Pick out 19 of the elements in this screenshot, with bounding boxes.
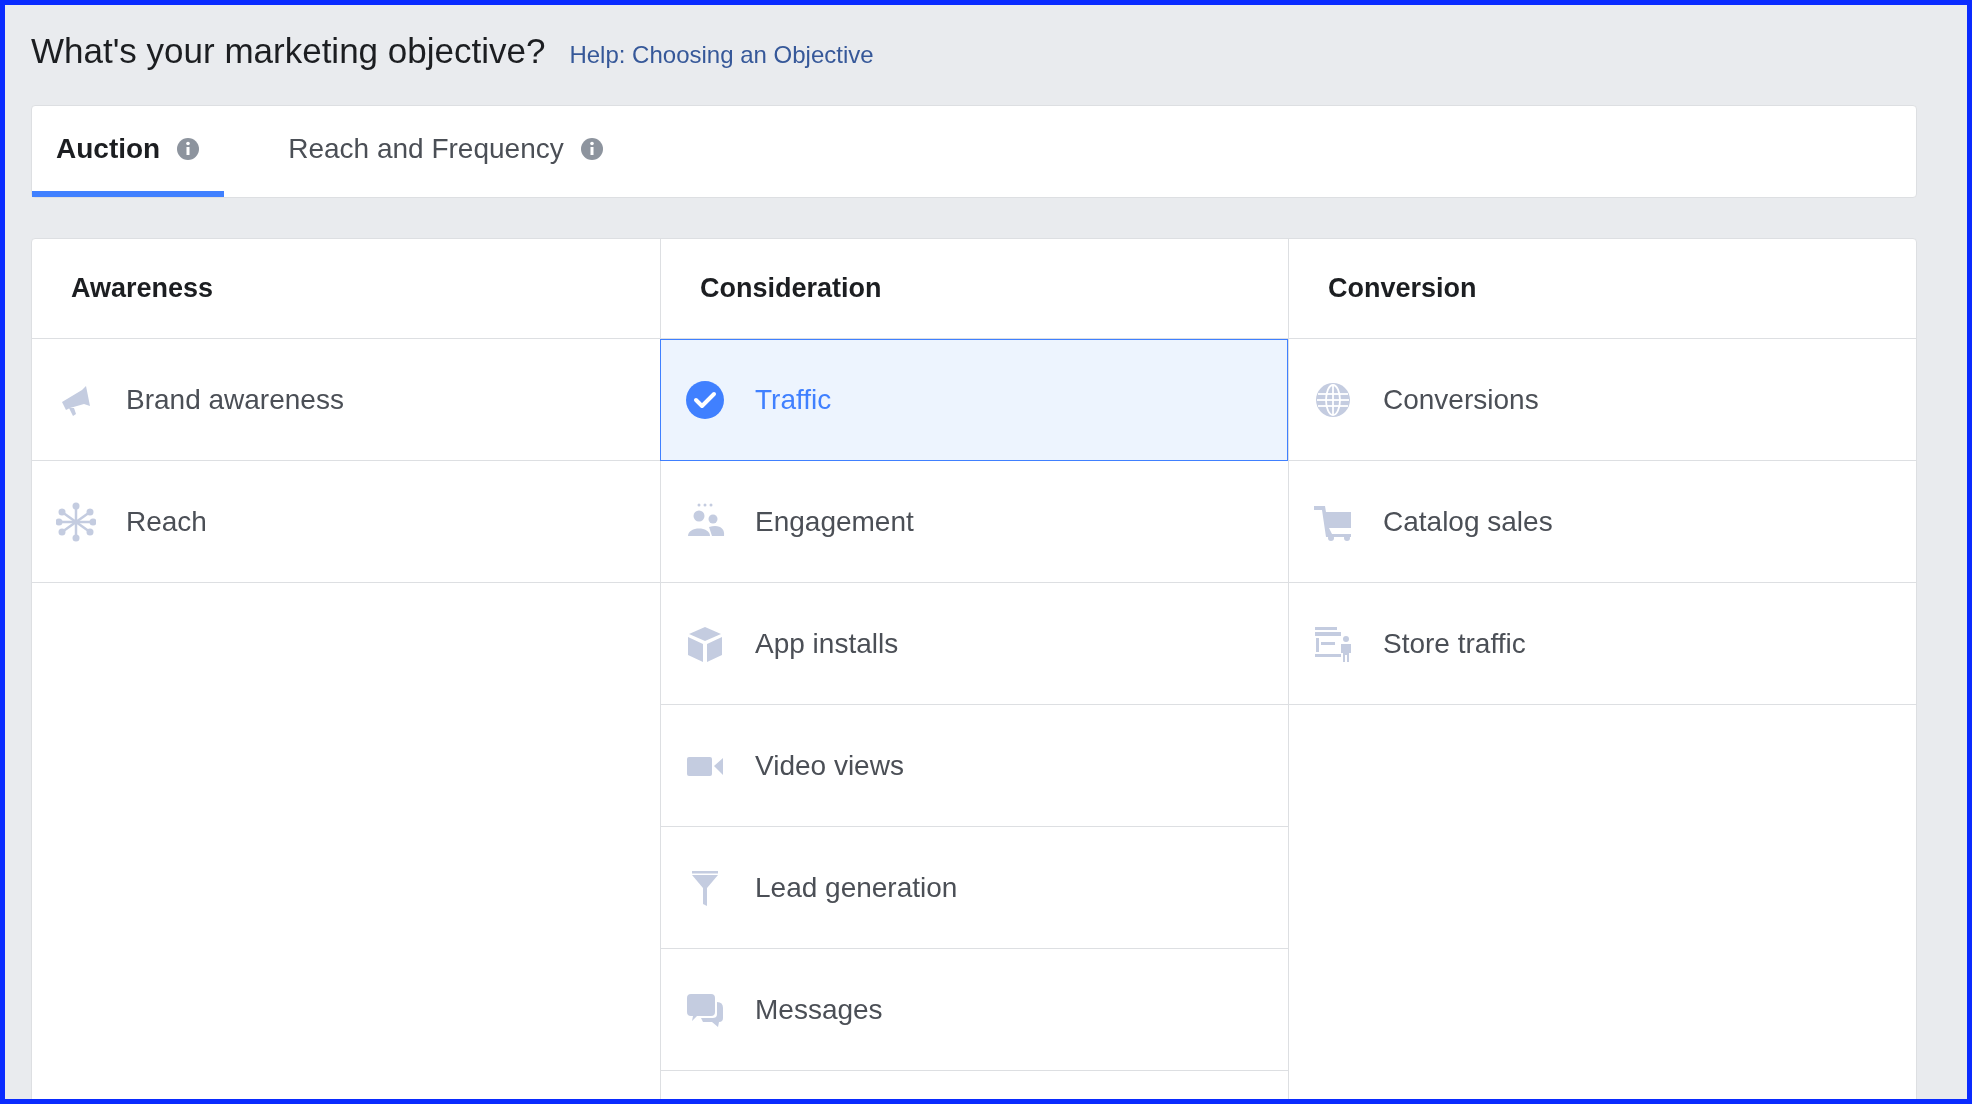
objective-option[interactable]: Messages <box>661 949 1288 1071</box>
objective-option[interactable]: Video views <box>661 705 1288 827</box>
objective-option[interactable]: Store traffic <box>1289 583 1916 705</box>
objective-option[interactable]: Conversions <box>1289 339 1916 461</box>
page-title: What's your marketing objective? <box>31 30 546 72</box>
objective-option[interactable]: Catalog sales <box>1289 461 1916 583</box>
info-icon <box>579 136 604 161</box>
objective-option[interactable]: Engagement <box>661 461 1288 583</box>
tab[interactable]: Auction <box>32 106 225 197</box>
network-icon <box>56 501 96 542</box>
column-header: Conversion <box>1328 272 1477 306</box>
tab[interactable]: Reach and Frequency <box>264 106 628 197</box>
objective-option[interactable]: App installs <box>661 583 1288 705</box>
help-link[interactable]: Help: Choosing an Objective <box>569 37 874 73</box>
objective-option[interactable]: Lead generation <box>661 827 1288 949</box>
info-icon <box>176 136 201 161</box>
column-header: Consideration <box>700 272 882 306</box>
column-header: Awareness <box>71 272 214 306</box>
objective-option[interactable]: Reach <box>32 461 660 583</box>
